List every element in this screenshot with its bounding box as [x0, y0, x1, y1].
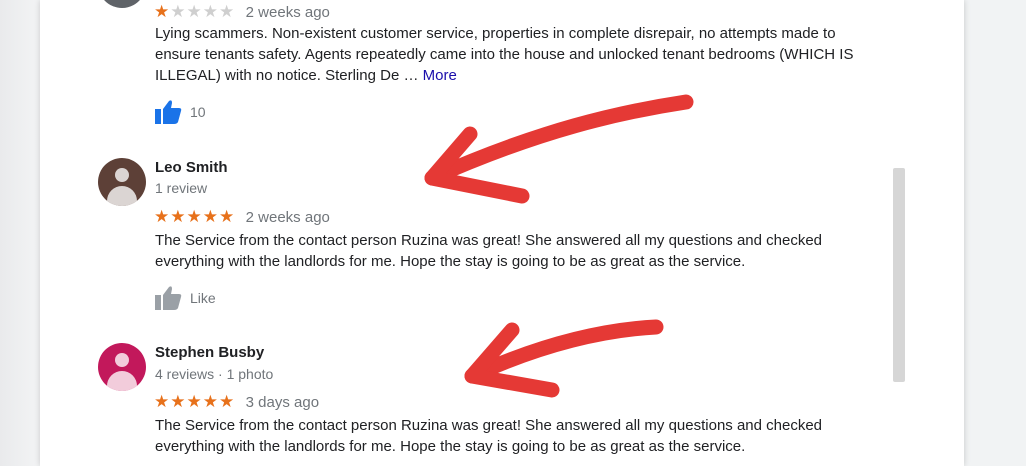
rating-row: ★★★★★ 2 weeks ago: [154, 207, 330, 227]
rating-row: ★★★★★ 3 days ago: [154, 392, 319, 412]
review-time: 2 weeks ago: [245, 209, 330, 226]
star-rating: ★★★★★: [154, 207, 236, 226]
avatar[interactable]: [98, 343, 146, 391]
review-text: The Service from the contact person Ruzi…: [155, 417, 823, 455]
like-button[interactable]: 10: [154, 99, 206, 125]
scrollbar[interactable]: [893, 168, 905, 382]
review-time: 3 days ago: [245, 394, 320, 411]
like-count: 10: [190, 104, 206, 120]
star-rating: ★★★★★: [154, 2, 236, 21]
reviewer-name[interactable]: Leo Smith: [155, 159, 228, 176]
review-body: Lying scammers. Non-existent customer se…: [155, 25, 854, 84]
like-label: Like: [190, 290, 216, 306]
review-text: Lying scammers. Non-existent customer se…: [155, 23, 875, 86]
avatar[interactable]: [98, 158, 146, 206]
like-button[interactable]: Like: [154, 285, 216, 311]
reviews-panel: ★★★★★ 2 weeks ago Lying scammers. Non-ex…: [40, 0, 964, 466]
review-text: The Service from the contact person Ruzi…: [155, 232, 823, 270]
more-link[interactable]: More: [423, 67, 457, 84]
rating-row: ★★★★★ 2 weeks ago: [154, 2, 330, 22]
avatar[interactable]: [98, 0, 146, 8]
thumbs-up-icon: [154, 99, 182, 125]
background-page: [0, 0, 40, 466]
reviewer-meta[interactable]: 4 reviews · 1 photo: [155, 366, 273, 382]
star-rating: ★★★★★: [154, 392, 236, 411]
review-time: 2 weeks ago: [245, 4, 330, 21]
reviewer-meta[interactable]: 1 review: [155, 180, 207, 196]
thumbs-up-icon: [154, 285, 182, 311]
reviewer-name[interactable]: Stephen Busby: [155, 344, 264, 361]
